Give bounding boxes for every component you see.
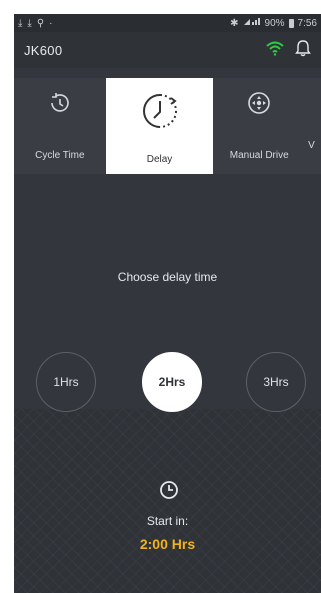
- start-in-value: 2:00 Hrs: [139, 536, 196, 552]
- status-left-icons: ⤓ ⤓ ⚲ ·: [18, 18, 53, 29]
- battery-icon: [288, 18, 294, 28]
- signal-icon: [243, 17, 261, 29]
- usb-icon: ⚲: [36, 17, 45, 29]
- wifi-icon[interactable]: [265, 40, 285, 61]
- tab-label: V: [308, 140, 315, 151]
- bell-icon[interactable]: [295, 39, 311, 62]
- download-icon: ⤓: [27, 17, 32, 29]
- app-header: JK600: [14, 32, 321, 68]
- header-icons: [265, 39, 311, 62]
- download-icon: ⤓: [18, 17, 23, 29]
- start-in-label: Start in:: [146, 514, 189, 528]
- tab-label: Manual Drive: [229, 150, 289, 161]
- mode-tabs: Cycle Time Delay Manual Drive V: [14, 78, 321, 174]
- option-1hrs-button[interactable]: 1Hrs: [36, 352, 96, 412]
- dot-icon: ·: [49, 17, 53, 29]
- status-right: ✱ 90% 7:56: [230, 17, 317, 29]
- clock-icon: [159, 480, 179, 500]
- tab-manual-drive[interactable]: Manual Drive: [213, 78, 305, 174]
- option-2hrs-button[interactable]: 2Hrs: [142, 352, 202, 412]
- tab-cycle-time[interactable]: Cycle Time: [14, 78, 106, 174]
- cycle-time-icon: [47, 88, 73, 118]
- tab-label: Cycle Time: [35, 150, 85, 161]
- app-title: JK600: [24, 42, 63, 58]
- background-pattern: [14, 409, 321, 593]
- manual-drive-icon: [246, 88, 272, 118]
- bluetooth-icon: ✱: [230, 17, 239, 29]
- battery-percent: 90%: [264, 17, 285, 29]
- tab-partial[interactable]: V: [305, 78, 321, 174]
- phone-screen: ⤓ ⤓ ⚲ · ✱ 90% 7:56 JK600 Cycle Time Dela…: [14, 14, 321, 593]
- choose-delay-label: Choose delay time: [117, 270, 218, 284]
- tab-delay[interactable]: Delay: [105, 78, 214, 174]
- status-time: 7:56: [297, 17, 317, 29]
- tab-label: Delay: [146, 154, 173, 165]
- option-3hrs-button[interactable]: 3Hrs: [246, 352, 306, 412]
- delay-icon: [140, 94, 180, 128]
- status-bar: ⤓ ⤓ ⚲ · ✱ 90% 7:56: [14, 14, 321, 32]
